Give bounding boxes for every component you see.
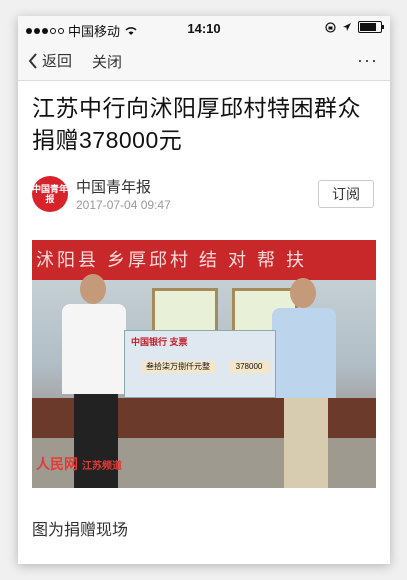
chevron-left-icon [28,52,37,69]
photo-check: 中国银行 支票 叁拾柒万捌仟元整 378000 [124,330,276,398]
check-amount-number: 378000 [229,361,269,373]
source-name[interactable]: 中国青年报 [76,176,151,197]
battery-icon [358,21,384,33]
close-button[interactable]: 关闭 [92,51,122,72]
status-right [325,21,384,33]
source-logo[interactable]: 中国青年报 [32,176,68,212]
photo-caption: 图为捐赠现场 [32,522,129,539]
back-label: 返回 [42,53,73,70]
watermark-text: 人民网 [36,456,78,472]
more-options-button[interactable]: ··· [357,50,378,71]
location-icon [343,23,351,31]
check-amount-words: 叁拾柒万捌仟元整 [141,361,215,373]
status-bar: 中国移动 14:10 [18,16,390,40]
article-source: 中国青年报 中国青年报 2017-07-04 09:47 订阅 [32,174,376,216]
subscribe-button[interactable]: 订阅 [318,180,374,208]
phone-screen: 中国移动 14:10 返回 关闭 ··· 江苏中行向沭阳厚邱村特困群众捐赠378… [18,16,390,564]
rotation-lock-icon [325,21,336,33]
photo-banner: 沭阳县 乡厚邱村 结 对 帮 扶 [32,240,376,280]
back-button[interactable]: 返回 [28,50,72,71]
publish-date: 2017-07-04 09:47 [76,198,171,212]
article-title: 江苏中行向沭阳厚邱村特困群众捐赠378000元 [32,95,361,153]
article-photo[interactable]: 沭阳县 乡厚邱村 结 对 帮 扶 中国银行 支票 叁拾柒万捌仟元整 378000… [32,240,376,488]
watermark-sub: 江苏频道 [82,460,122,472]
nav-bar: 返回 关闭 ··· [18,40,390,81]
photo-watermark: 人民网 江苏频道 [36,454,122,474]
check-bank: 中国银行 支票 [131,337,188,347]
